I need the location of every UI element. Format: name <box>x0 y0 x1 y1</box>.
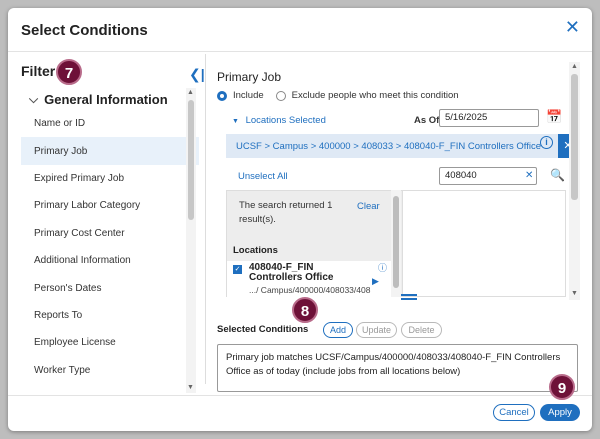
cancel-button[interactable]: Cancel <box>493 404 535 421</box>
location-path: .../ Campus/400000/408033/408 <box>249 285 371 295</box>
filter-list-scrollbar[interactable]: ▲ ▼ <box>186 88 196 393</box>
info-icon[interactable]: i <box>540 136 553 149</box>
results-scrollbar[interactable] <box>391 190 401 297</box>
filter-list: ⌵ General Information Name or ID Primary… <box>21 88 199 393</box>
panel-scroll-up-icon[interactable]: ▲ <box>571 63 578 70</box>
scroll-thumb[interactable] <box>188 100 194 220</box>
filter-item-expired-primary-job[interactable]: Expired Primary Job <box>21 165 199 192</box>
section-label: General Information <box>44 91 168 107</box>
location-breadcrumb[interactable]: UCSF > Campus > 400000 > 408033 > 408040… <box>226 134 559 158</box>
location-info-icon[interactable]: ⓘ <box>378 261 387 274</box>
search-results: The search returned 1 result(s). Clear L… <box>226 190 403 297</box>
scroll-down-icon[interactable]: ▼ <box>187 384 194 391</box>
include-radio[interactable] <box>217 90 227 101</box>
scroll-up-icon[interactable]: ▲ <box>187 89 194 96</box>
select-conditions-dialog: Select Conditions ✕ Filter 7 ❮| ⌵ Genera… <box>8 8 592 431</box>
expand-arrow-icon[interactable]: ▶ <box>372 276 379 287</box>
clear-results-link[interactable]: Clear <box>357 201 380 212</box>
apply-button[interactable]: Apply <box>540 404 580 421</box>
as-of-date-input[interactable]: 5/16/2025 <box>439 109 539 127</box>
locations-selected-toggle[interactable]: ▼ Locations Selected <box>232 115 326 126</box>
step-badge-7: 7 <box>56 59 82 85</box>
panel-scroll-thumb[interactable] <box>571 74 578 200</box>
selected-conditions-text[interactable]: Primary job matches UCSF/Campus/400000/4… <box>217 344 578 392</box>
chevron-down-icon: ⌵ <box>29 91 39 106</box>
step-badge-8: 8 <box>292 297 318 323</box>
include-label: Include <box>233 90 264 101</box>
results-detail-pane <box>403 190 566 297</box>
location-name: 408040-F_FIN Controllers Office <box>249 262 334 283</box>
search-result-message: The search returned 1 result(s). <box>239 200 333 225</box>
dialog-footer: Cancel Apply <box>8 395 592 431</box>
update-button[interactable]: Update <box>356 322 397 338</box>
as-of-label: As Of <box>414 115 440 126</box>
add-button[interactable]: Add <box>323 322 353 338</box>
resize-handle-icon[interactable] <box>401 294 417 300</box>
filter-heading: Filter <box>21 63 56 79</box>
locations-heading: Locations <box>233 245 278 256</box>
calendar-icon[interactable]: 📅 <box>546 109 562 125</box>
include-exclude-radios: Include Exclude people who meet this con… <box>217 90 459 101</box>
panel-scrollbar[interactable]: ▲ ▼ <box>569 62 580 300</box>
delete-button[interactable]: Delete <box>401 322 442 338</box>
filter-item-reports-to[interactable]: Reports To <box>21 302 199 329</box>
filter-item-primary-job[interactable]: Primary Job <box>21 137 199 165</box>
results-scroll-thumb[interactable] <box>393 196 399 288</box>
filter-item-primary-cost-center[interactable]: Primary Cost Center <box>21 220 199 247</box>
panel-scroll-down-icon[interactable]: ▼ <box>571 290 578 297</box>
filter-item-employee-license[interactable]: Employee License <box>21 329 199 356</box>
filter-item-additional-information[interactable]: Additional Information <box>21 247 199 274</box>
clear-search-icon[interactable]: ✕ <box>525 170 533 181</box>
panel-title: Primary Job <box>217 70 282 84</box>
locations-toggle-label: Locations Selected <box>245 115 326 126</box>
dialog-header: Select Conditions ✕ <box>8 8 592 52</box>
search-icon[interactable]: 🔍 <box>550 168 565 182</box>
close-icon[interactable]: ✕ <box>565 17 580 38</box>
selected-conditions-label: Selected Conditions <box>217 324 309 335</box>
checkbox-checked-icon[interactable]: ✓ <box>233 265 242 274</box>
location-search-input[interactable]: 408040 <box>439 167 537 185</box>
unselect-all-link[interactable]: Unselect All <box>238 171 288 182</box>
exclude-label: Exclude people who meet this condition <box>291 90 459 101</box>
filter-item-worker-type[interactable]: Worker Type <box>21 357 199 384</box>
triangle-down-icon: ▼ <box>232 118 239 125</box>
filter-item-persons-dates[interactable]: Person's Dates <box>21 274 199 301</box>
filter-item-primary-labor-category[interactable]: Primary Labor Category <box>21 192 199 219</box>
primary-job-panel: Primary Job Include Exclude people who m… <box>205 54 581 392</box>
exclude-radio[interactable] <box>275 90 286 101</box>
dialog-title: Select Conditions <box>21 22 148 39</box>
location-result-item[interactable]: ✓ 408040-F_FIN Controllers Office .../ C… <box>227 261 393 297</box>
step-badge-9: 9 <box>549 374 575 400</box>
section-general-information[interactable]: ⌵ General Information <box>21 88 199 110</box>
collapse-panel-icon[interactable]: ❮| <box>189 66 205 83</box>
filter-item-name-or-id[interactable]: Name or ID <box>21 110 199 137</box>
